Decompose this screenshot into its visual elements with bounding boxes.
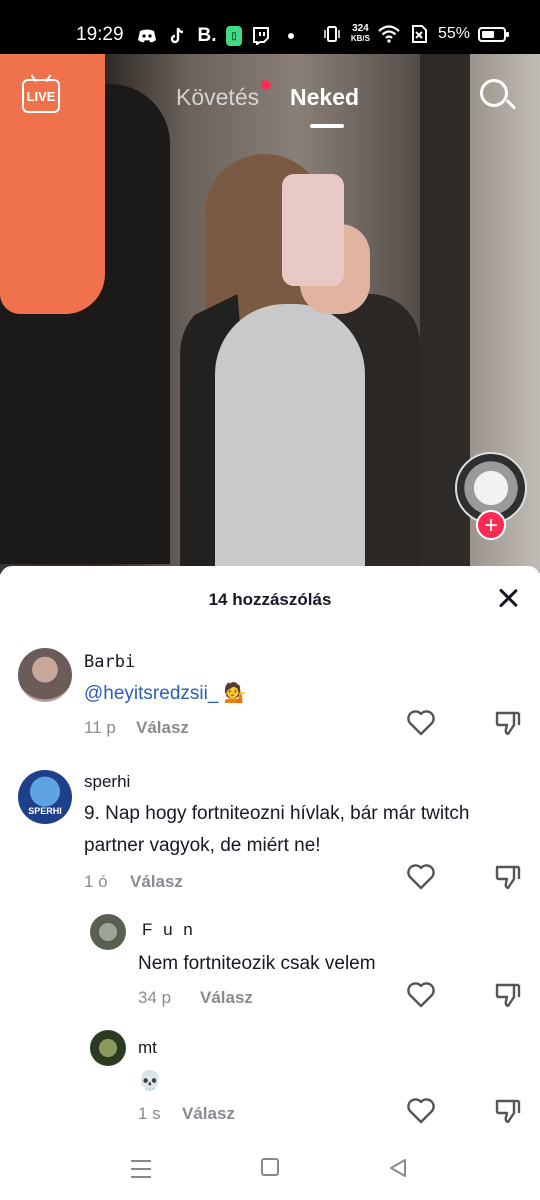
comment-item: Barbi @heyitsredzsii_ 💁 11 p Válasz: [0, 646, 540, 746]
top-navigation: LIVE Követés Neked: [0, 54, 540, 144]
phone-app-icon: ▯: [226, 26, 242, 46]
more-notifications-icon: [288, 33, 294, 39]
reply-item: mt 💀 1 s Válasz: [0, 1028, 540, 1128]
wifi-icon: [378, 24, 400, 44]
no-sim-icon: [408, 24, 430, 44]
tiktok-icon: [166, 26, 188, 46]
battery-icon: [478, 26, 509, 42]
twitch-icon: [250, 26, 272, 46]
comment-age: 11 p: [84, 718, 116, 737]
reply-button[interactable]: Válasz: [130, 872, 183, 892]
dislike-icon[interactable]: [494, 864, 522, 890]
comments-sheet: 14 hozzászólás Barbi @heyitsredzsii_ 💁 1…: [0, 566, 540, 1144]
avatar-label: SPERHI: [28, 806, 62, 816]
avatar[interactable]: SPERHI: [18, 770, 72, 824]
comment-username[interactable]: Barbi: [84, 652, 135, 672]
heart-icon[interactable]: [407, 982, 435, 1008]
close-icon[interactable]: [496, 586, 520, 610]
avatar[interactable]: [90, 1030, 126, 1066]
comment-username[interactable]: F u n: [142, 920, 196, 940]
reply-button[interactable]: Válasz: [200, 988, 253, 1008]
clock: 19:29: [76, 24, 124, 45]
comment-text: Nem fortniteozik csak velem: [138, 953, 376, 974]
notification-icons: B. ▯: [136, 25, 294, 46]
reply-button[interactable]: Válasz: [182, 1104, 235, 1124]
home-icon[interactable]: [261, 1158, 279, 1176]
avatar[interactable]: [18, 648, 72, 702]
comment-text: @heyitsredzsii_ 💁: [84, 678, 504, 710]
dislike-icon[interactable]: [494, 1098, 522, 1124]
tab-for-you[interactable]: Neked: [290, 84, 359, 111]
mention-link[interactable]: @heyitsredzsii_: [84, 683, 218, 704]
tab-following[interactable]: Követés: [176, 80, 272, 111]
heart-icon[interactable]: [407, 710, 435, 736]
tab-following-label: Követés: [176, 84, 260, 110]
comment-item: SPERHI sperhi 9. Nap hogy fortniteozni h…: [0, 768, 540, 898]
net-speed-value: 324: [352, 23, 369, 34]
back-icon[interactable]: [388, 1158, 408, 1178]
discord-icon: [136, 26, 158, 46]
comment-emoji: 💁: [223, 683, 248, 704]
follow-plus-icon[interactable]: +: [476, 510, 506, 540]
comment-age: 1 s: [138, 1104, 161, 1123]
heart-icon[interactable]: [407, 1098, 435, 1124]
avatar[interactable]: [90, 914, 126, 950]
net-speed-unit: KB/S: [350, 34, 370, 43]
network-speed: 324 KB/S: [351, 24, 370, 44]
comment-text: 💀: [138, 1071, 162, 1092]
dislike-icon[interactable]: [494, 710, 522, 736]
search-icon[interactable]: [480, 79, 517, 115]
reply-item: F u n Nem fortniteozik csak velem 34 p V…: [0, 912, 540, 1012]
reply-button[interactable]: Válasz: [136, 718, 189, 738]
comments-count-title: 14 hozzászólás: [208, 590, 332, 609]
system-navigation-bar: [0, 1144, 540, 1200]
status-bar: 19:29 B. ▯ 324 KB/S 55%: [0, 0, 540, 54]
active-tab-indicator: [310, 124, 344, 128]
notification-dot: [261, 80, 272, 90]
comment-age: 34 p: [138, 988, 172, 1007]
dislike-icon[interactable]: [494, 982, 522, 1008]
battery-percent: 55%: [437, 25, 470, 42]
heart-icon[interactable]: [407, 864, 435, 890]
vibrate-icon: [321, 24, 343, 44]
comment-age: 1 ó: [84, 872, 108, 891]
system-icons: 324 KB/S 55%: [321, 24, 509, 44]
b-icon: B.: [197, 25, 217, 46]
comment-text: 9. Nap hogy fortniteozni hívlak, bár már…: [84, 803, 470, 856]
live-icon[interactable]: LIVE: [22, 79, 60, 113]
comment-username[interactable]: mt: [138, 1038, 157, 1058]
recent-apps-icon[interactable]: [131, 1160, 151, 1184]
comment-username[interactable]: sperhi: [84, 772, 130, 792]
